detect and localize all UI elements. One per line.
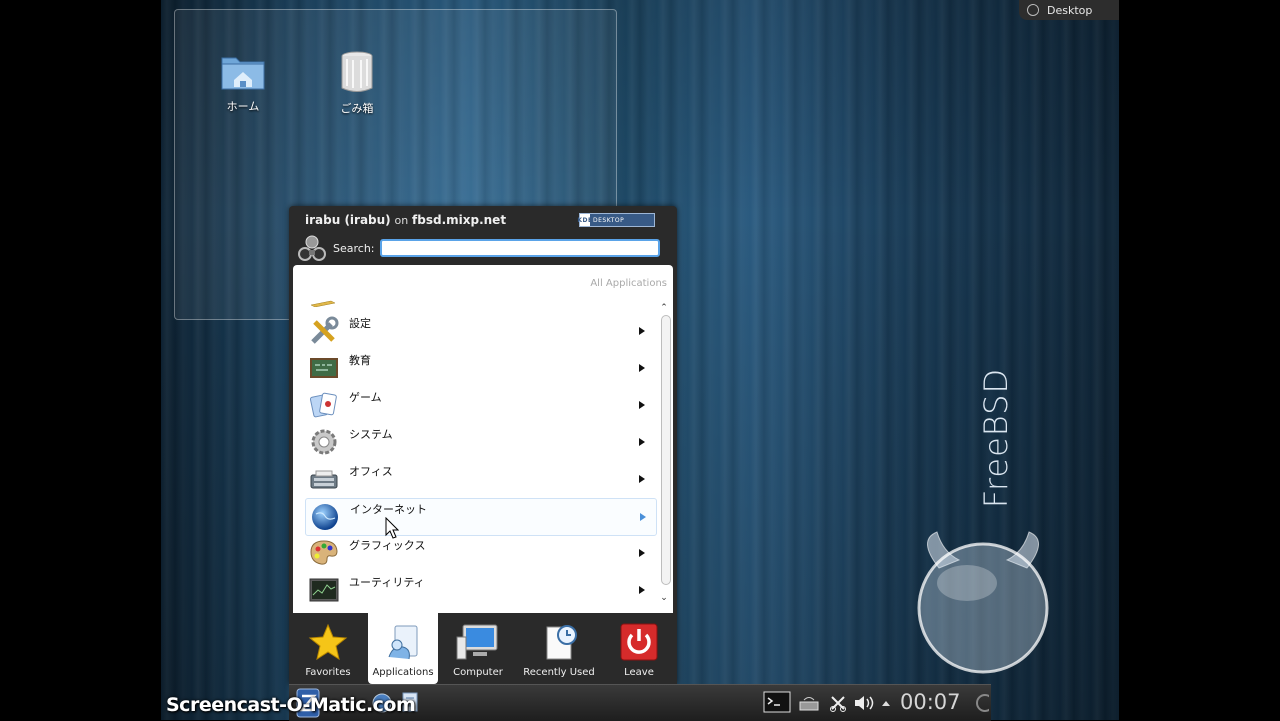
- mouse-cursor-icon: [385, 517, 399, 539]
- category-label: オフィス: [349, 465, 393, 478]
- desktop-icon-label: ごみ箱: [340, 102, 374, 115]
- tab-recently-used[interactable]: Recently Used: [518, 613, 600, 684]
- launcher-hostname: fbsd.mixp.net: [412, 213, 507, 227]
- graphics-icon: [309, 538, 339, 568]
- education-icon: [309, 353, 339, 383]
- desktop-icon-trash[interactable]: ごみ箱: [322, 50, 392, 116]
- launcher-user-line: irabu (irabu) on fbsd.mixp.net: [305, 213, 506, 227]
- kde-badge-k: KDE: [577, 214, 592, 226]
- tab-label: Leave: [624, 667, 654, 678]
- category-row-utilities[interactable]: ユーティリティ: [305, 572, 655, 608]
- applications-icon: [388, 625, 418, 660]
- search-label: Search:: [333, 241, 375, 255]
- category-row-office[interactable]: オフィス: [305, 461, 655, 497]
- category-label: ユーティリティ: [349, 576, 425, 589]
- category-row-settings[interactable]: 設定: [305, 313, 655, 349]
- tab-label: Recently Used: [523, 667, 595, 678]
- scrollbar-thumb[interactable]: [661, 315, 671, 585]
- category-label: 設定: [349, 317, 371, 330]
- computer-icon: [456, 624, 498, 660]
- tray-expand-icon[interactable]: [881, 699, 891, 707]
- chevron-right-icon: [639, 586, 645, 594]
- search-row: Search:: [297, 233, 669, 263]
- category-label: 教育: [349, 354, 371, 367]
- search-input[interactable]: [379, 239, 660, 257]
- chevron-right-icon: [640, 513, 646, 521]
- home-folder-icon: [221, 57, 265, 90]
- launcher-tabs: Favorites Applications Computer Recently…: [289, 613, 677, 684]
- category-row-education[interactable]: 教育: [305, 350, 655, 386]
- activity-desktop-tab[interactable]: Desktop: [1019, 0, 1119, 20]
- kde-badge-text: DESKTOP: [593, 216, 625, 224]
- panel-header: All Applications: [590, 278, 667, 289]
- chevron-right-icon: [639, 327, 645, 335]
- application-launcher: irabu (irabu) on fbsd.mixp.net KDE DESKT…: [289, 206, 677, 684]
- activity-label: Desktop: [1047, 3, 1093, 17]
- scroll-down-icon[interactable]: ⌄: [658, 593, 670, 603]
- wallpaper-text: FreeBSD: [977, 367, 1015, 508]
- applications-list-panel: All Applications 設定 教育 ゲーム システム オフィス インタ…: [293, 265, 673, 613]
- scissors-icon[interactable]: [829, 694, 847, 712]
- scroll-up-icon[interactable]: ⌃: [658, 303, 670, 313]
- category-label: システム: [349, 428, 393, 441]
- chevron-right-icon: [639, 549, 645, 557]
- clock[interactable]: 00:07: [900, 690, 961, 714]
- tab-label: Favorites: [305, 667, 351, 678]
- category-row-games[interactable]: ゲーム: [305, 387, 655, 423]
- desktop-icon-label: ホーム: [226, 100, 260, 113]
- tab-favorites[interactable]: Favorites: [295, 613, 361, 684]
- category-row-graphics[interactable]: グラフィックス: [305, 535, 655, 571]
- launcher-username: irabu (irabu): [305, 213, 391, 227]
- recent-icon: [546, 625, 577, 660]
- tab-computer[interactable]: Computer: [445, 613, 511, 684]
- category-label: インターネット: [350, 503, 427, 516]
- tab-applications[interactable]: Applications: [368, 613, 438, 684]
- desktop-icon-home[interactable]: ホーム: [208, 52, 278, 114]
- kde-desktop-badge: KDE DESKTOP: [577, 213, 655, 227]
- partial-category-icon: [310, 300, 336, 307]
- screencast-watermark: Screencast-O-Matic.com: [166, 694, 416, 716]
- games-icon: [309, 390, 339, 420]
- launcher-on-word: on: [394, 214, 409, 227]
- freebsd-beastie-logo: [917, 531, 1049, 674]
- utilities-icon: [309, 575, 339, 605]
- category-row-system[interactable]: システム: [305, 424, 655, 460]
- tab-label: Applications: [372, 667, 434, 678]
- terminal-icon[interactable]: [763, 690, 791, 714]
- office-icon: [309, 464, 339, 494]
- chevron-right-icon: [639, 364, 645, 372]
- settings-icon: [309, 316, 339, 346]
- chevron-right-icon: [639, 401, 645, 409]
- tab-leave[interactable]: Leave: [607, 613, 671, 684]
- system-icon: [309, 427, 339, 457]
- category-label: ゲーム: [349, 391, 382, 404]
- trash-icon: [341, 51, 373, 92]
- chevron-right-icon: [639, 438, 645, 446]
- binoculars-icon: [298, 235, 326, 261]
- wallpaper-freebsd-text: FreeBSD: [976, 365, 1016, 510]
- category-row-internet[interactable]: インターネット: [305, 498, 657, 536]
- power-icon: [620, 623, 658, 661]
- network-icon[interactable]: [798, 694, 820, 712]
- category-label: グラフィックス: [349, 539, 426, 552]
- internet-icon: [310, 502, 340, 532]
- volume-icon[interactable]: [853, 694, 875, 712]
- chevron-right-icon: [639, 475, 645, 483]
- activity-icon: [1027, 4, 1039, 16]
- activity-cashew-icon[interactable]: [975, 691, 989, 715]
- tab-label: Computer: [453, 667, 503, 678]
- list-scrollbar[interactable]: ⌃ ⌄: [658, 303, 671, 609]
- star-icon: [308, 623, 348, 661]
